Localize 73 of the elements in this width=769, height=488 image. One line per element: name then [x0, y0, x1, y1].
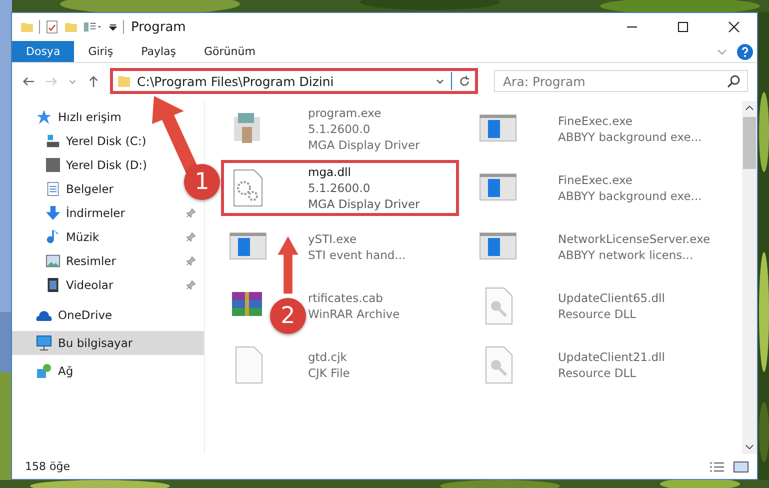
file-name[interactable]: gtd.cjk	[308, 349, 347, 365]
file-name[interactable]: NetworkLicenseServer.exe	[558, 231, 710, 247]
pin-icon[interactable]	[186, 280, 196, 290]
music-note-icon	[46, 230, 60, 244]
sidebar-item[interactable]: Videolar	[66, 278, 114, 292]
back-icon[interactable]	[22, 74, 35, 88]
sidebar-item[interactable]: Bu bilgisayar	[12, 331, 204, 355]
file-detail: 5.1.2600.0	[308, 180, 370, 196]
sidebar-item[interactable]: Müzik	[66, 230, 100, 244]
address-bar[interactable]: C:\Program Files\Program Dizini	[110, 68, 478, 94]
ribbon-tab[interactable]: Giriş	[74, 41, 128, 62]
sidebar-item[interactable]: OneDrive	[12, 303, 204, 327]
file-name[interactable]: UpdateClient21.dll	[558, 349, 665, 365]
sidebar-item[interactable]: Yerel Disk (D:)	[66, 158, 148, 172]
expand-icon[interactable]	[717, 48, 727, 54]
file-name[interactable]: rtificates.cab	[308, 290, 383, 306]
image-icon	[46, 254, 60, 268]
refresh-icon[interactable]	[458, 74, 471, 88]
scroll-up-icon[interactable]	[745, 105, 754, 111]
file-name[interactable]: FineExec.exe	[558, 113, 633, 129]
star-icon	[36, 109, 52, 125]
file-detail: ABBYY background exe...	[558, 188, 702, 204]
maximize-icon[interactable]	[677, 21, 689, 33]
file-detail: ABBYY background exe...	[558, 129, 702, 145]
item-count: 158 öğe	[25, 460, 70, 473]
monitor-icon	[36, 335, 52, 351]
details-view-icon[interactable]	[709, 460, 725, 472]
file-detail: WinRAR Archive	[308, 306, 400, 322]
network-icon	[36, 363, 52, 379]
window-title: Program	[131, 20, 186, 34]
file-detail: 5.1.2600.0	[308, 121, 370, 137]
file-detail: Resource DLL	[558, 365, 636, 381]
scroll-thumb[interactable]	[743, 117, 756, 169]
file-detail: STI event hand...	[308, 247, 406, 263]
scrollbar[interactable]	[742, 101, 757, 454]
file-name[interactable]: ySTI.exe	[308, 231, 357, 247]
view-icon[interactable]	[83, 20, 103, 34]
pin-icon[interactable]	[186, 232, 196, 242]
document-icon	[46, 182, 60, 196]
file-detail: ABBYY network licens...	[558, 247, 694, 263]
file-name[interactable]: mga.dll	[308, 164, 351, 180]
pin-icon[interactable]	[186, 208, 196, 218]
file-name[interactable]: FineExec.exe	[558, 172, 633, 188]
scroll-down-icon[interactable]	[745, 444, 754, 450]
customize-icon[interactable]	[108, 22, 118, 32]
download-icon	[46, 206, 60, 220]
sidebar-item[interactable]: Resimler	[66, 254, 116, 268]
pin-icon[interactable]	[186, 256, 196, 266]
sidebar-item[interactable]: İndirmeler	[66, 206, 125, 220]
up-icon[interactable]	[87, 74, 100, 88]
thumbnail-view-icon[interactable]	[733, 460, 749, 472]
close-icon[interactable]	[728, 21, 740, 33]
file-name[interactable]: program.exe	[308, 105, 382, 121]
ribbon-tab[interactable]: Dosya	[12, 41, 74, 62]
ribbon-tab[interactable]: Görünüm	[190, 41, 270, 62]
address-path: C:\Program Files\Program Dizini	[137, 74, 335, 88]
search-icon[interactable]	[727, 74, 741, 88]
folder-icon	[117, 74, 131, 88]
file-detail: CJK File	[308, 365, 350, 381]
file-detail: MGA Display Driver	[308, 137, 420, 153]
ribbon-tab[interactable]: Paylaş	[127, 41, 190, 62]
file-detail: MGA Display Driver	[308, 196, 420, 212]
help-icon[interactable]	[737, 44, 753, 60]
folder-icon	[20, 20, 34, 34]
sidebar-item[interactable]: Belgeler	[66, 182, 114, 196]
file-name[interactable]: UpdateClient65.dll	[558, 290, 665, 306]
search-field[interactable]: Ara: Program	[494, 70, 748, 92]
properties-icon[interactable]	[45, 20, 59, 34]
film-icon	[46, 278, 60, 292]
sidebar-item[interactable]: Yerel Disk (C:)	[66, 134, 146, 148]
sidebar-item[interactable]: Hızlı erişim	[12, 105, 204, 129]
file-detail: Resource DLL	[558, 306, 636, 322]
sidebar-item[interactable]: Ağ	[12, 359, 204, 383]
